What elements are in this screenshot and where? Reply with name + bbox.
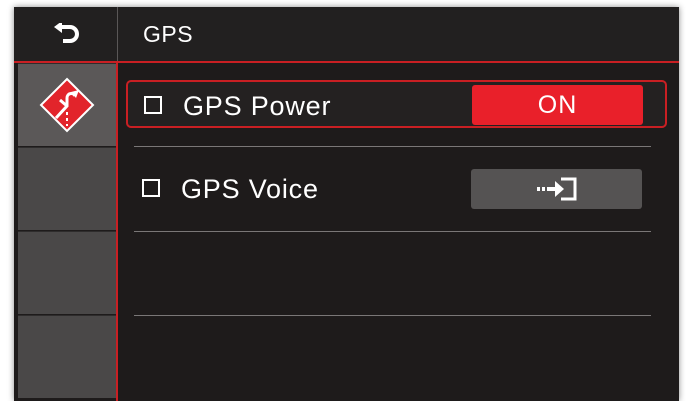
row-divider xyxy=(134,315,651,316)
row-divider xyxy=(134,146,651,147)
gps-power-label: GPS Power xyxy=(183,91,332,121)
gps-voice-label: GPS Voice xyxy=(181,174,319,204)
gps-voice-checkbox[interactable] xyxy=(142,179,160,197)
gps-power-row[interactable]: GPS Power ON xyxy=(126,80,667,128)
gps-power-checkbox[interactable] xyxy=(144,96,162,114)
page-title: GPS xyxy=(143,21,194,47)
sidebar-item-2[interactable] xyxy=(18,147,116,230)
sidebar-item-gps[interactable] xyxy=(18,63,116,146)
sidebar-item-4[interactable] xyxy=(18,315,116,398)
back-button[interactable] xyxy=(14,7,118,61)
back-arrow-icon xyxy=(53,23,79,43)
sidebar xyxy=(14,63,118,401)
gps-power-value: ON xyxy=(537,90,578,119)
gps-voice-row[interactable]: GPS Voice xyxy=(126,165,667,213)
title-bar: GPS xyxy=(14,7,679,61)
gps-power-toggle[interactable]: ON xyxy=(472,85,643,125)
gps-voice-enter-button[interactable] xyxy=(471,169,642,209)
enter-arrow-icon xyxy=(536,177,576,201)
gps-settings-screen: GPS GPS Power ON GPS Voice xyxy=(14,7,679,401)
sidebar-item-3[interactable] xyxy=(18,231,116,314)
row-divider xyxy=(134,231,651,232)
road-warning-icon xyxy=(39,77,95,133)
